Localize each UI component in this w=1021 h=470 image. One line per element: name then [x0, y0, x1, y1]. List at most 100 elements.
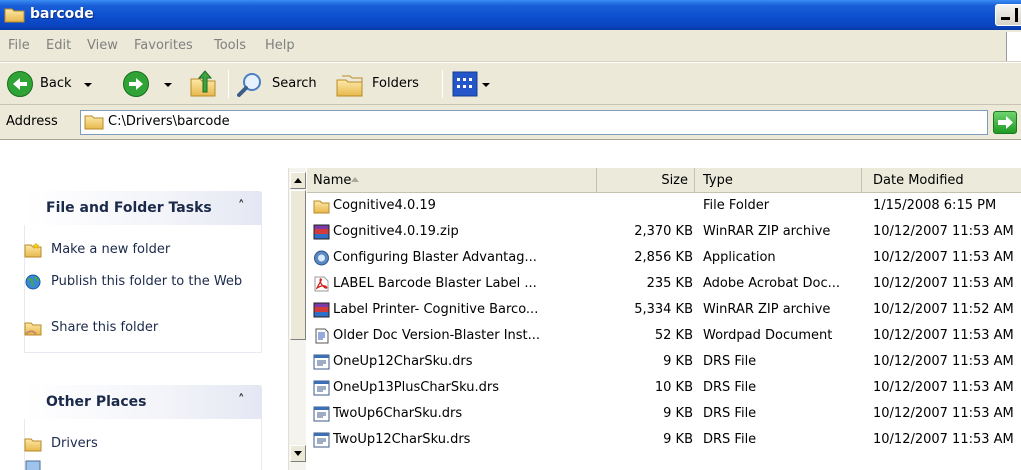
column-type[interactable]: Type	[695, 168, 862, 193]
file-type: Wordpad Document	[703, 328, 833, 343]
back-label: Back	[40, 76, 72, 91]
app-file-icon	[313, 250, 330, 266]
minimize-button[interactable]	[995, 4, 1021, 26]
other-places-header[interactable]: Other Places ˄	[24, 385, 262, 419]
file-row[interactable]: Configuring Blaster Advantag... 2,856 KB A…	[307, 247, 1021, 270]
file-row[interactable]: OneUp13PlusCharSku.drs 10 KB DRS File 10/12…	[307, 377, 1021, 400]
forward-arrow-icon	[123, 71, 149, 97]
file-date-modified: 10/12/2007 11:53 AM	[873, 432, 1014, 447]
file-name: TwoUp6CharSku.drs	[333, 406, 463, 421]
search-label: Search	[272, 76, 317, 91]
go-arrow-icon	[998, 116, 1013, 129]
menu-file[interactable]: File	[8, 38, 30, 53]
column-name[interactable]: Name	[307, 168, 597, 193]
file-row[interactable]: Older Doc Version-Blaster Inst... 52 KB Wo…	[307, 325, 1021, 348]
task-label: Publish this folder to the Web	[51, 274, 243, 289]
windows-logo-box	[1006, 32, 1021, 61]
wordpad-file-icon	[313, 328, 330, 344]
toolbar-separator	[442, 70, 443, 98]
file-size: 2,370 KB	[634, 224, 693, 239]
file-name: OneUp13PlusCharSku.drs	[333, 380, 499, 395]
menu-tools[interactable]: Tools	[214, 38, 246, 53]
go-button[interactable]	[993, 111, 1017, 134]
column-date-label: Date Modified	[873, 173, 964, 188]
file-size: 9 KB	[663, 406, 693, 421]
file-row[interactable]: TwoUp6CharSku.drs 9 KB DRS File 10/12/2007 …	[307, 403, 1021, 426]
drs-file-icon	[313, 432, 330, 448]
share-folder-icon	[24, 322, 42, 336]
place-label: Drivers	[51, 436, 98, 451]
column-size-label: Size	[661, 173, 688, 188]
scroll-thumb[interactable]	[290, 190, 306, 340]
forward-button[interactable]	[122, 69, 178, 99]
file-size: 10 KB	[654, 380, 693, 395]
menu-view[interactable]: View	[87, 38, 118, 53]
task-pane: File and Folder Tasks ˄ Make a new folde…	[0, 141, 288, 470]
file-date-modified: 10/12/2007 11:52 AM	[873, 302, 1014, 317]
file-date-modified: 10/12/2007 11:53 AM	[873, 354, 1014, 369]
file-type: WinRAR ZIP archive	[703, 302, 831, 317]
file-type: File Folder	[703, 198, 770, 213]
file-size: 9 KB	[663, 354, 693, 369]
toolbar: Back Search Folders	[0, 63, 1021, 105]
column-date-modified[interactable]: Date Modified	[862, 168, 1021, 193]
column-name-label: Name	[313, 173, 352, 188]
back-arrow-icon	[7, 71, 33, 97]
file-row[interactable]: Cognitive4.0.19.zip 2,370 KB WinRAR ZIP ar…	[307, 221, 1021, 244]
menu-help[interactable]: Help	[265, 38, 295, 53]
file-list: Name Size Type Date Modified Cognitive4.…	[307, 168, 1021, 470]
file-type: WinRAR ZIP archive	[703, 224, 831, 239]
pdf-file-icon	[313, 276, 330, 292]
file-row[interactable]: LABEL Barcode Blaster Label ... 235 KB Ado…	[307, 273, 1021, 296]
file-size: 235 KB	[646, 276, 693, 291]
folders-button[interactable]: Folders	[334, 69, 434, 99]
task-label: Make a new folder	[51, 242, 171, 257]
title-bar[interactable]: barcode	[0, 0, 1021, 30]
search-button[interactable]: Search	[236, 69, 326, 99]
column-type-label: Type	[703, 173, 733, 188]
back-dropdown-icon[interactable]	[84, 83, 92, 87]
file-name: LABEL Barcode Blaster Label ...	[333, 276, 537, 291]
collapse-chevron-icon[interactable]: ˄	[238, 393, 245, 408]
forward-dropdown-icon[interactable]	[164, 83, 172, 87]
file-type: DRS File	[703, 380, 757, 395]
views-dropdown-icon[interactable]	[482, 83, 490, 87]
publish-web-icon	[25, 274, 41, 290]
menu-favorites[interactable]: Favorites	[134, 38, 193, 53]
file-name: Label Printer- Cognitive Barco...	[333, 302, 539, 317]
sort-ascending-icon	[351, 177, 359, 182]
file-folder-tasks-header[interactable]: File and Folder Tasks ˄	[24, 191, 262, 225]
file-size: 2,856 KB	[634, 250, 693, 265]
new-folder-icon	[24, 242, 42, 258]
file-type: Application	[703, 250, 776, 265]
file-row[interactable]: TwoUp12CharSku.drs 9 KB DRS File 10/12/2007…	[307, 429, 1021, 452]
file-name: Cognitive4.0.19.zip	[333, 224, 459, 239]
up-folder-icon	[190, 70, 216, 97]
file-date-modified: 1/15/2008 6:15 PM	[873, 198, 997, 213]
file-name: Older Doc Version-Blaster Inst...	[333, 328, 541, 343]
window-title: barcode	[30, 6, 94, 22]
file-row[interactable]: Label Printer- Cognitive Barco... 5,334 K…	[307, 299, 1021, 322]
file-row[interactable]: Cognitive4.0.19 File Folder 1/15/2008 6:15…	[307, 195, 1021, 218]
search-icon	[237, 73, 261, 97]
file-type: Adobe Acrobat Doc...	[703, 276, 841, 291]
folders-icon	[336, 75, 363, 97]
folders-label: Folders	[372, 76, 419, 91]
file-row[interactable]: OneUp12CharSku.drs 9 KB DRS File 10/12/2007…	[307, 351, 1021, 374]
views-button[interactable]	[452, 69, 498, 99]
file-date-modified: 10/12/2007 11:53 AM	[873, 380, 1014, 395]
column-size[interactable]: Size	[597, 168, 695, 193]
vertical-scrollbar[interactable]	[288, 168, 306, 470]
minimize-icon	[1001, 17, 1010, 20]
menu-edit[interactable]: Edit	[46, 38, 71, 53]
scroll-up-button[interactable]	[290, 172, 306, 189]
address-field[interactable]: C:\Drivers\barcode	[80, 110, 988, 135]
file-date-modified: 10/12/2007 11:53 AM	[873, 276, 1014, 291]
collapse-chevron-icon[interactable]: ˄	[238, 199, 245, 214]
up-folder-button[interactable]	[188, 69, 218, 99]
back-button[interactable]: Back	[6, 69, 116, 99]
file-type: DRS File	[703, 432, 757, 447]
file-name: OneUp12CharSku.drs	[333, 354, 473, 369]
folder-icon	[24, 438, 42, 452]
scroll-down-button[interactable]	[290, 445, 306, 462]
